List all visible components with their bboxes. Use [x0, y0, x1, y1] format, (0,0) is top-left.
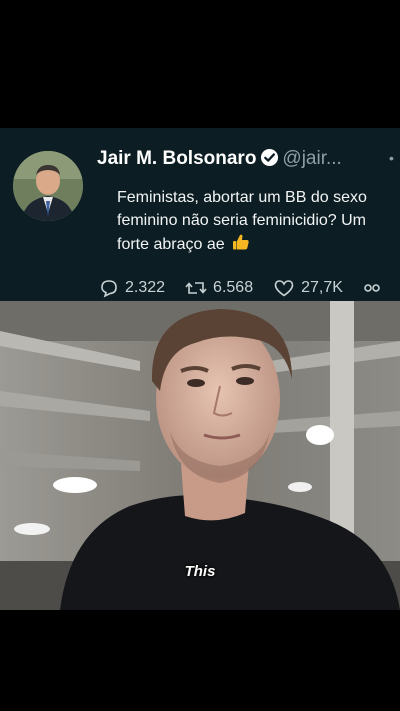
like-count: 27,7K [301, 279, 343, 296]
more-options-icon[interactable]: • [389, 150, 394, 166]
share-button[interactable] [363, 278, 387, 298]
reply-button[interactable]: 2.322 [99, 278, 165, 298]
heart-icon [274, 280, 294, 297]
tweet-actions: 2.322 6.568 27,7K [99, 277, 400, 299]
thumbs-up-icon [231, 232, 251, 259]
video-subtitle: This [184, 563, 216, 580]
like-button[interactable]: 27,7K [273, 278, 343, 298]
tweet-header: Jair M. Bolsonaro @jair... [97, 148, 342, 173]
avatar-image [13, 151, 83, 221]
tweet-text: Feministas, abortar um BB do sexo femini… [117, 186, 372, 259]
reply-count: 2.322 [125, 279, 166, 296]
display-name[interactable]: Jair M. Bolsonaro [97, 148, 256, 169]
retweet-button[interactable]: 6.568 [185, 278, 253, 298]
handle[interactable]: @jair... [282, 148, 341, 169]
verified-badge-icon [260, 148, 279, 173]
retweet-count: 6.568 [213, 279, 254, 296]
avatar[interactable] [13, 151, 83, 221]
reply-icon [101, 280, 117, 298]
tweet-card[interactable]: Jair M. Bolsonaro @jair... • Feministas, … [0, 128, 400, 301]
share-icon [364, 284, 380, 292]
retweet-icon [185, 282, 207, 294]
